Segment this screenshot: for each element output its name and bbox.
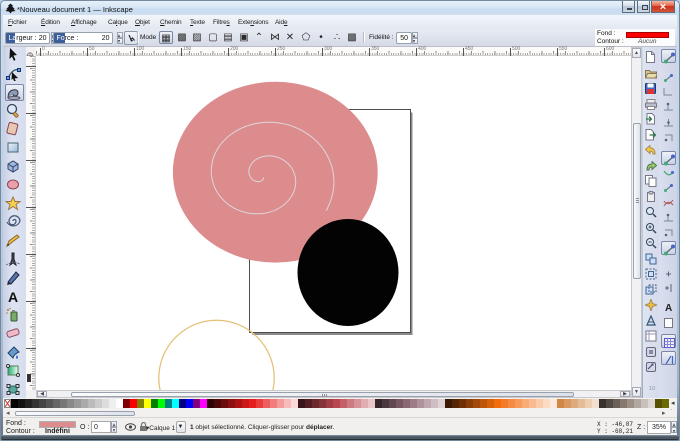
svg-text:A: A — [665, 303, 672, 313]
svg-text:A: A — [8, 289, 18, 304]
